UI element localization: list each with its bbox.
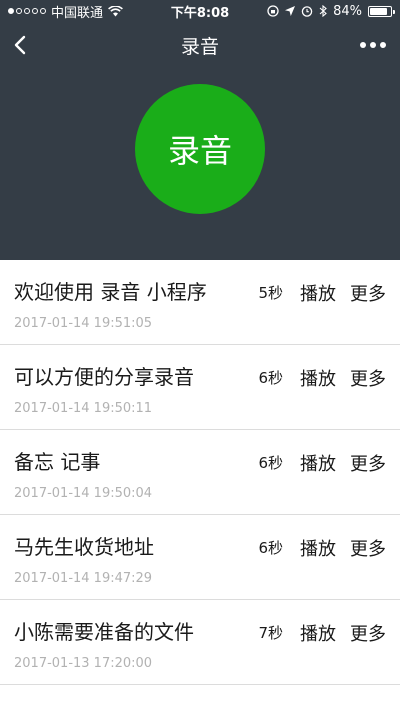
more-button[interactable]: 更多 — [350, 365, 386, 391]
play-button[interactable]: 播放 — [300, 365, 336, 391]
rotation-lock-icon — [267, 5, 279, 17]
recording-title: 欢迎使用 录音 小程序 — [14, 280, 207, 304]
alarm-icon — [301, 6, 313, 17]
more-button[interactable]: 更多 — [350, 620, 386, 646]
carrier-name: 中国联通 — [51, 5, 104, 21]
more-button[interactable]: 更多 — [350, 280, 386, 306]
status-right: 84% — [267, 3, 395, 19]
bluetooth-icon — [319, 5, 327, 17]
signal-strength-icon — [8, 8, 46, 14]
header: 录音 录音 — [0, 22, 400, 260]
recording-item[interactable]: 备忘 记事 2017-01-14 19:50:04 6秒 播放 更多 — [0, 430, 400, 515]
recording-duration: 5秒 — [258, 284, 283, 302]
recording-item[interactable]: 欢迎使用 录音 小程序 2017-01-14 19:51:05 5秒 播放 更多 — [0, 260, 400, 345]
recording-item[interactable]: 小陈需要准备的文件 2017-01-13 17:20:00 7秒 播放 更多 — [0, 600, 400, 685]
battery-icon — [368, 5, 395, 17]
recording-time: 2017-01-13 17:20:00 — [14, 656, 153, 671]
play-button[interactable]: 播放 — [300, 280, 336, 306]
status-bar: 中国联通 下午8:08 84% — [0, 0, 400, 22]
recording-item[interactable]: 马先生收货地址 2017-01-14 19:47:29 6秒 播放 更多 — [0, 515, 400, 600]
play-button[interactable]: 播放 — [300, 535, 336, 561]
recording-duration: 7秒 — [258, 624, 283, 642]
wifi-icon — [108, 5, 123, 16]
more-button[interactable]: 更多 — [350, 450, 386, 476]
page-title: 录音 — [180, 35, 219, 58]
navigation-bar: 录音 — [0, 22, 400, 68]
battery-percent: 84% — [333, 3, 362, 19]
record-button[interactable]: 录音 — [135, 84, 265, 214]
recording-duration: 6秒 — [258, 539, 283, 557]
battery-level — [370, 7, 387, 15]
recording-time: 2017-01-14 19:50:04 — [14, 486, 153, 501]
recording-item[interactable]: 可以方便的分享录音 2017-01-14 19:50:11 6秒 播放 更多 — [0, 345, 400, 430]
more-button[interactable]: 更多 — [350, 535, 386, 561]
recording-duration: 6秒 — [258, 369, 283, 387]
recording-title: 可以方便的分享录音 — [14, 365, 194, 389]
play-button[interactable]: 播放 — [300, 620, 336, 646]
play-button[interactable]: 播放 — [300, 450, 336, 476]
recording-item-partial[interactable] — [0, 685, 400, 711]
recording-list: 欢迎使用 录音 小程序 2017-01-14 19:51:05 5秒 播放 更多 可以方便… — [0, 260, 400, 711]
recording-duration: 6秒 — [258, 454, 283, 472]
location-arrow-icon — [285, 6, 296, 16]
recording-title: 备忘 记事 — [14, 450, 101, 474]
recording-time: 2017-01-14 19:50:11 — [14, 401, 153, 416]
recording-title: 马先生收货地址 — [14, 535, 154, 559]
recording-time: 2017-01-14 19:47:29 — [14, 571, 153, 586]
recording-time: 2017-01-14 19:51:05 — [14, 316, 153, 331]
status-left: 中国联通 — [8, 2, 123, 21]
recording-title: 小陈需要准备的文件 — [14, 620, 194, 644]
